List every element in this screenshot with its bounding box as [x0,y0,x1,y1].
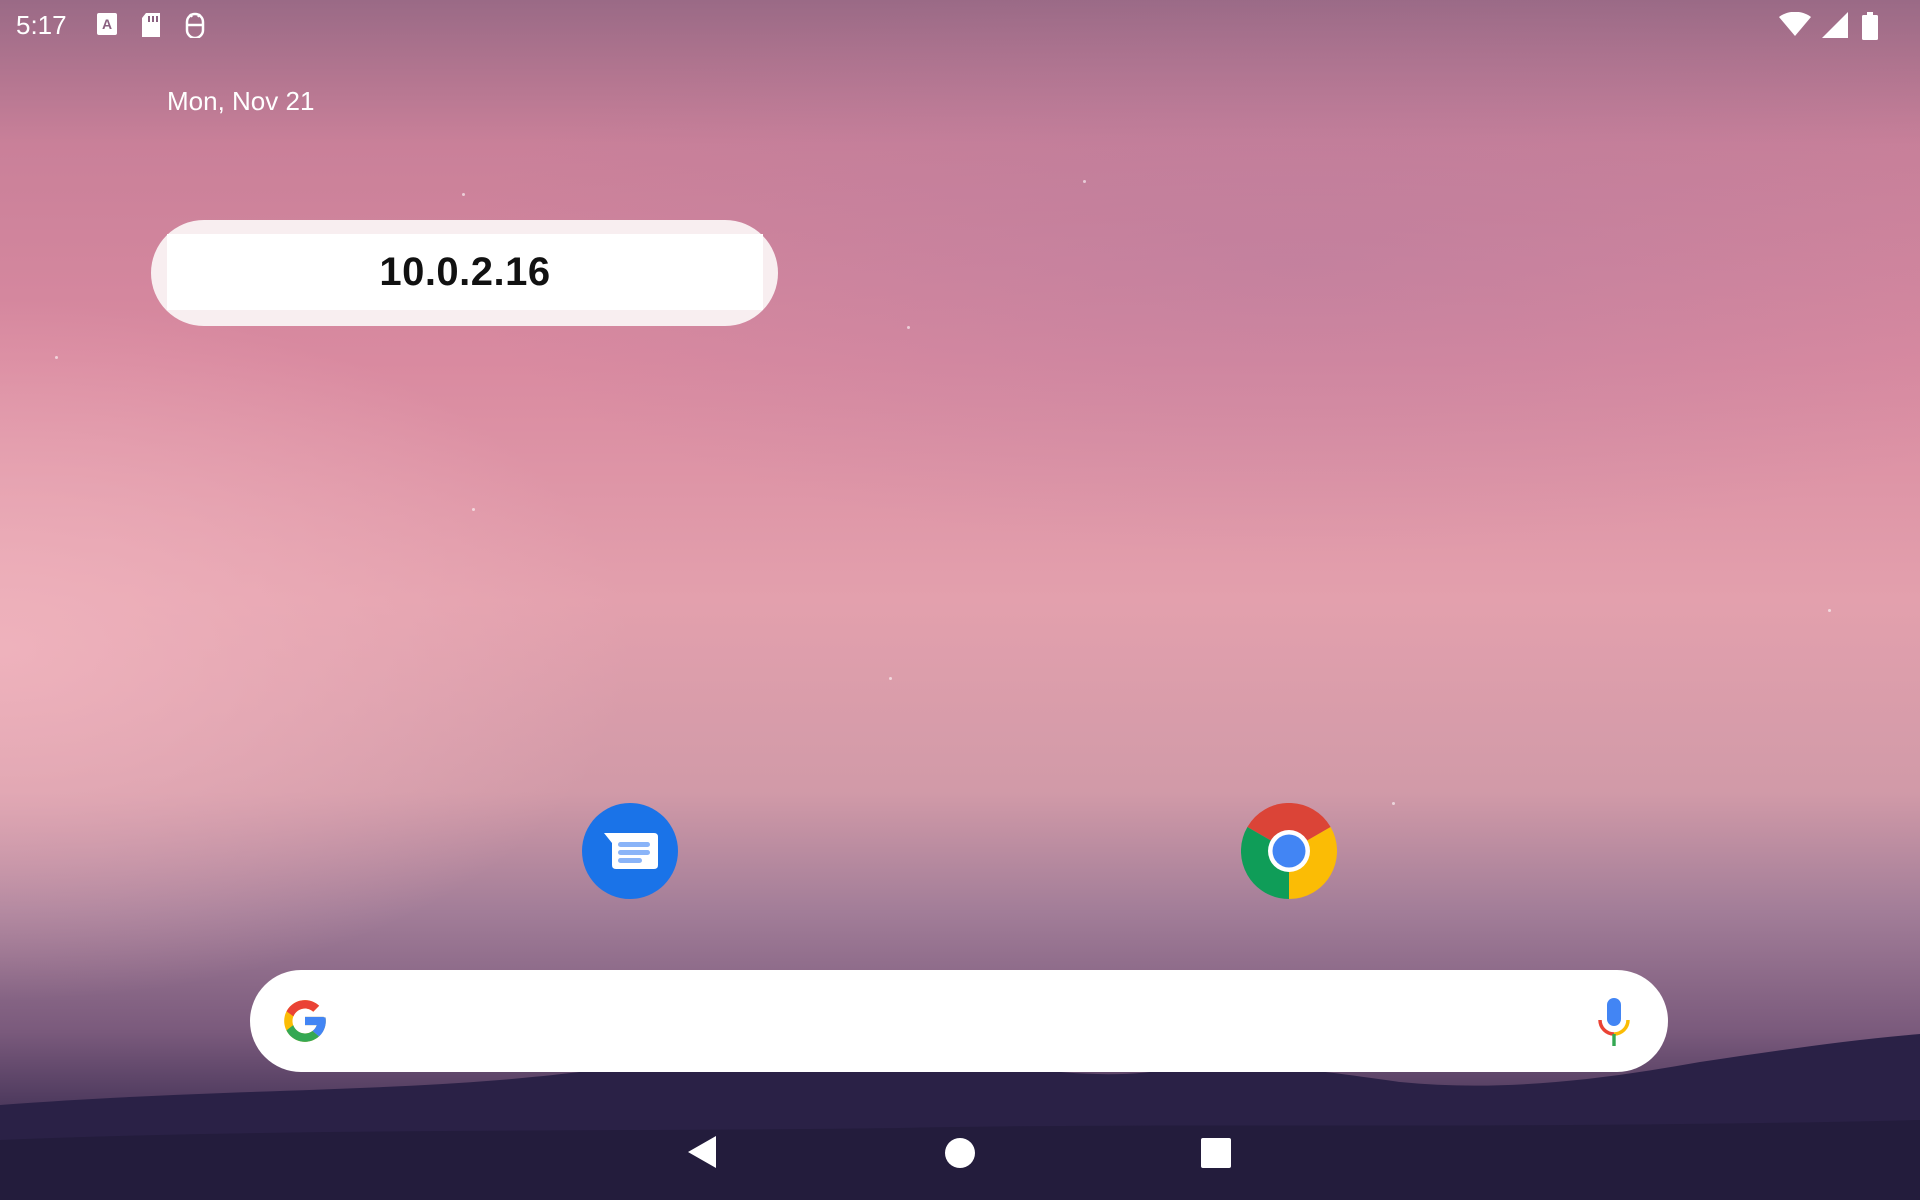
wallpaper-star [1392,802,1395,805]
wallpaper-star [907,326,910,329]
back-icon[interactable] [686,1134,718,1170]
search-input[interactable] [350,990,1534,1054]
wifi-icon [1779,12,1811,36]
battery-icon [1862,12,1878,40]
home-icon[interactable] [945,1138,975,1168]
wallpaper-star [462,193,465,196]
recents-icon[interactable] [1201,1138,1231,1168]
messages-app-icon[interactable] [582,803,678,899]
svg-text:A: A [102,16,112,32]
wallpaper-star [472,508,475,511]
ip-address-text: 10.0.2.16 [379,249,551,294]
android-debug-icon [185,12,205,38]
font-notification-icon: A [97,13,117,35]
wallpaper-star [55,356,58,359]
status-time: 5:17 [16,10,67,40]
messages-icon [604,833,658,869]
wallpaper-star [1083,180,1086,183]
cell-signal-icon [1822,12,1848,38]
ip-address-widget[interactable]: 10.0.2.16 [151,220,778,326]
chrome-icon [1240,802,1338,899]
google-g-icon [284,1000,326,1042]
date-label[interactable]: Mon, Nov 21 [167,86,314,117]
wallpaper-star [889,677,892,680]
chrome-app-icon[interactable] [1240,802,1338,899]
google-search-bar[interactable] [250,970,1668,1072]
ip-address-panel: 10.0.2.16 [167,234,763,310]
sd-card-icon [142,13,160,37]
status-bar: 5:17 A [0,0,1920,48]
microphone-icon[interactable] [1594,996,1634,1048]
wallpaper-star [1828,609,1831,612]
